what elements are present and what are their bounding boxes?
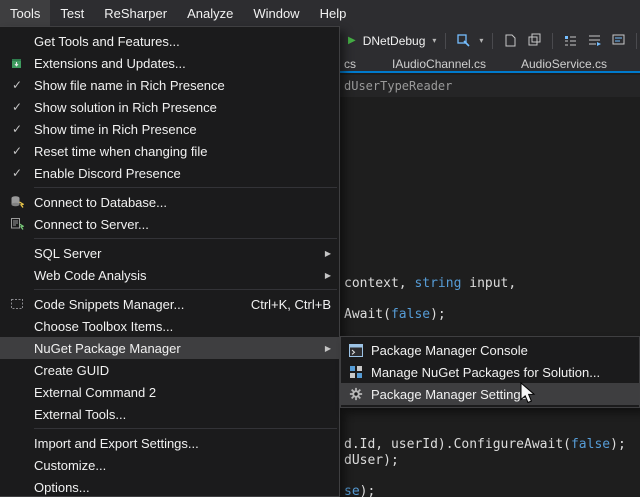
menu-item-nuget-package-manager[interactable]: NuGet Package Manager ▶ (0, 337, 339, 359)
menu-item-label: NuGet Package Manager (34, 341, 313, 356)
menu-item-label: SQL Server (34, 246, 313, 261)
menu-item-label: Connect to Server... (34, 217, 331, 232)
menu-item-label: Show file name in Rich Presence (34, 78, 331, 93)
menu-bar: Tools Test ReSharper Analyze Window Help (0, 0, 640, 26)
submenu-item-package-manager-settings[interactable]: Package Manager Settings (341, 383, 639, 405)
menu-item-choose-toolbox-items[interactable]: Choose Toolbox Items... (0, 315, 339, 337)
snippets-icon (0, 297, 34, 311)
toolbar-separator (445, 33, 446, 49)
console-icon (341, 344, 371, 357)
save-all-icon[interactable] (526, 32, 543, 49)
extensions-icon (0, 56, 34, 70)
tools-menu: Get Tools and Features... Extensions and… (0, 26, 340, 497)
menu-item-label: Package Manager Console (371, 343, 631, 358)
menu-item-label: Show time in Rich Presence (34, 122, 331, 137)
menu-item-show-time-rich-presence[interactable]: ✓ Show time in Rich Presence (0, 118, 339, 140)
check-icon: ✓ (12, 122, 22, 136)
menu-item-label: Import and Export Settings... (34, 436, 331, 451)
menu-item-label: Connect to Database... (34, 195, 331, 210)
quick-info-icon[interactable] (610, 32, 627, 49)
menu-item-shortcut: Ctrl+K, Ctrl+B (251, 297, 331, 312)
menu-item-external-tools[interactable]: External Tools... (0, 403, 339, 425)
menu-item-create-guid[interactable]: Create GUID (0, 359, 339, 381)
gear-icon (341, 387, 371, 401)
toolbar-separator (492, 33, 493, 49)
menubar-item-window[interactable]: Window (243, 0, 309, 26)
member-list-icon[interactable] (562, 32, 579, 49)
menu-item-code-snippets-manager[interactable]: Code Snippets Manager... Ctrl+K, Ctrl+B (0, 293, 339, 315)
menu-item-customize[interactable]: Customize... (0, 454, 339, 476)
debug-target-dropdown[interactable]: DNetDebug (363, 34, 426, 48)
menubar-item-help[interactable]: Help (310, 0, 357, 26)
menu-item-import-and-export-settings[interactable]: Import and Export Settings... (0, 432, 339, 454)
menu-item-get-tools-and-features[interactable]: Get Tools and Features... (0, 30, 339, 52)
menu-item-connect-to-database[interactable]: Connect to Database... (0, 191, 339, 213)
check-icon: ✓ (12, 166, 22, 180)
menu-item-label: Package Manager Settings (371, 387, 631, 402)
menu-item-label: Show solution in Rich Presence (34, 100, 331, 115)
menu-item-show-solution-rich-presence[interactable]: ✓ Show solution in Rich Presence (0, 96, 339, 118)
database-icon (0, 195, 34, 209)
menu-item-label: Web Code Analysis (34, 268, 313, 283)
menu-separator (34, 187, 337, 188)
submenu-item-package-manager-console[interactable]: Package Manager Console (341, 339, 639, 361)
menu-item-sql-server[interactable]: SQL Server ▶ (0, 242, 339, 264)
menu-separator (34, 238, 337, 239)
submenu-arrow-icon: ▶ (321, 271, 331, 280)
menubar-item-tools[interactable]: Tools (0, 0, 50, 26)
menu-item-options[interactable]: Options... (0, 476, 339, 497)
menu-item-reset-time-when-changing-file[interactable]: ✓ Reset time when changing file (0, 140, 339, 162)
menu-item-label: External Command 2 (34, 385, 331, 400)
nuget-package-manager-submenu: Package Manager Console Manage NuGet Pac… (340, 336, 640, 408)
code-line: dUser); (344, 453, 399, 468)
menu-item-label: Choose Toolbox Items... (34, 319, 331, 334)
parameter-info-icon[interactable] (586, 32, 603, 49)
menu-item-label: Get Tools and Features... (34, 34, 331, 49)
menubar-item-test[interactable]: Test (50, 0, 94, 26)
check-icon: ✓ (12, 78, 22, 92)
menu-item-enable-discord-presence[interactable]: ✓ Enable Discord Presence (0, 162, 339, 184)
menu-item-label: Manage NuGet Packages for Solution... (371, 365, 631, 380)
start-debug-icon[interactable]: ▶ (348, 35, 356, 46)
code-line: Await(false); (344, 307, 446, 322)
menu-separator (34, 428, 337, 429)
tab-partial[interactable]: cs (344, 56, 356, 71)
submenu-arrow-icon: ▶ (321, 344, 331, 353)
check-icon: ✓ (12, 144, 22, 158)
menu-item-web-code-analysis[interactable]: Web Code Analysis ▶ (0, 264, 339, 286)
menu-item-label: Extensions and Updates... (34, 56, 331, 71)
menu-item-label: Reset time when changing file (34, 144, 331, 159)
navbar-type-name[interactable]: dUserTypeReader (344, 79, 452, 93)
code-line: se); (344, 484, 375, 497)
toolbar-separator (552, 33, 553, 49)
debug-target-caret-icon[interactable]: ▾ (432, 36, 436, 45)
server-icon (0, 217, 34, 231)
menu-separator (34, 289, 337, 290)
menu-item-show-file-name-rich-presence[interactable]: ✓ Show file name in Rich Presence (0, 74, 339, 96)
code-line: d.Id, userId).ConfigureAwait(false); (344, 437, 626, 452)
find-in-files-icon[interactable] (455, 32, 472, 49)
menu-item-connect-to-server[interactable]: Connect to Server... (0, 213, 339, 235)
open-file-icon[interactable] (502, 32, 519, 49)
menu-item-extensions-and-updates[interactable]: Extensions and Updates... (0, 52, 339, 74)
code-line: context, string input, (344, 276, 516, 291)
check-icon: ✓ (12, 100, 22, 114)
find-caret-icon[interactable]: ▾ (479, 36, 483, 45)
menu-item-label: Enable Discord Presence (34, 166, 331, 181)
vs-window: Tools Test ReSharper Analyze Window Help… (0, 0, 640, 497)
menubar-item-resharper[interactable]: ReSharper (94, 0, 177, 26)
tab-iaudiochannel[interactable]: IAudioChannel.cs (392, 56, 486, 71)
menubar-item-analyze[interactable]: Analyze (177, 0, 243, 26)
submenu-item-manage-nuget-packages-for-solution[interactable]: Manage NuGet Packages for Solution... (341, 361, 639, 383)
menu-item-label: Create GUID (34, 363, 331, 378)
menu-item-label: Options... (34, 480, 331, 495)
menu-item-label: External Tools... (34, 407, 331, 422)
menu-item-label: Code Snippets Manager... (34, 297, 233, 312)
menu-item-label: Customize... (34, 458, 331, 473)
submenu-arrow-icon: ▶ (321, 249, 331, 258)
manage-packages-icon (341, 365, 371, 379)
menu-item-external-command-2[interactable]: External Command 2 (0, 381, 339, 403)
tab-audioservice[interactable]: AudioService.cs (521, 56, 607, 71)
toolbar-separator (636, 33, 637, 49)
